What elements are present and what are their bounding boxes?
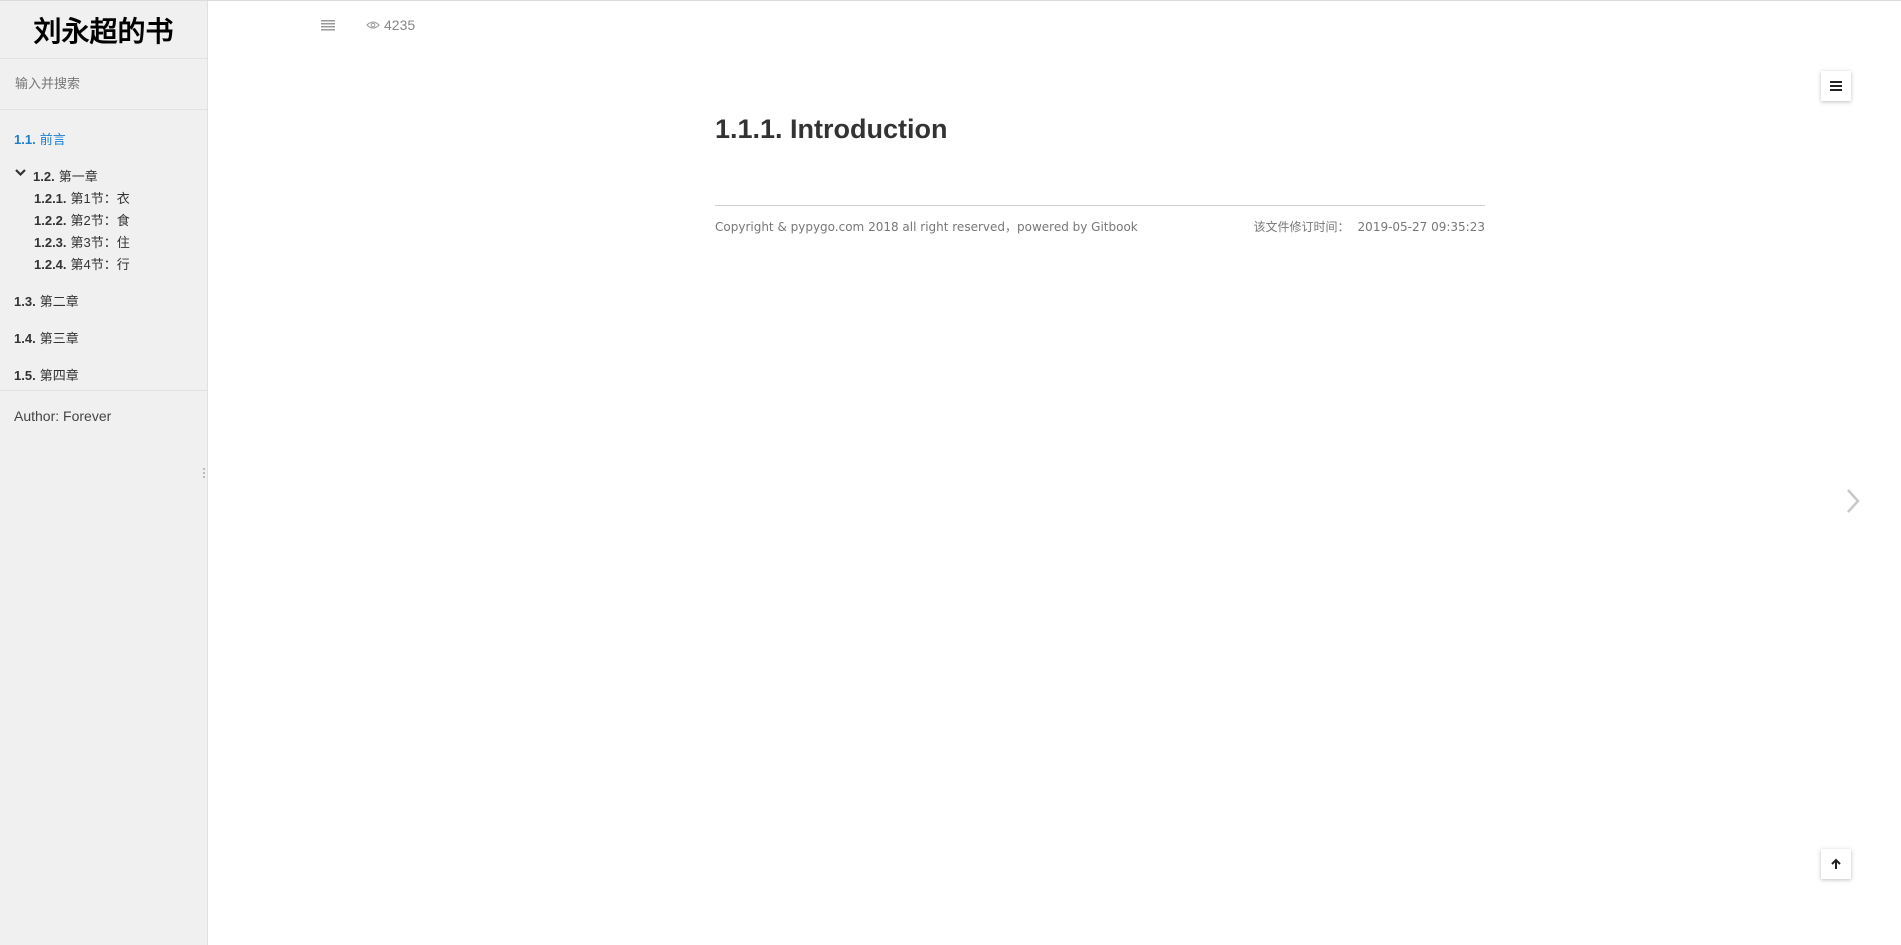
gitbook-link[interactable]: Gitbook: [1091, 220, 1138, 234]
sidebar-item-preface[interactable]: 1.1. 前言: [14, 129, 66, 148]
copyright-prefix: Copyright & pypygo.com 2018 all right re…: [715, 220, 1092, 234]
sidebar-item-label: 第1节：衣: [70, 191, 130, 206]
sidebar-item-section-4[interactable]: 1.2.4. 第4节：行: [34, 254, 130, 273]
sidebar-item-number: 1.2.: [33, 169, 55, 184]
modified-time: 2019-05-27 09:35:23: [1357, 220, 1485, 234]
sidebar-item-label: 第四章: [39, 368, 79, 383]
sidebar-divider: [0, 390, 207, 391]
sidebar-item-label: 第3节：住: [70, 235, 130, 250]
sidebar-item-chapter-4[interactable]: 1.5. 第四章: [14, 365, 79, 384]
sidebar-resize-handle[interactable]: [203, 467, 206, 481]
sidebar-item-label: 第三章: [39, 331, 79, 346]
sidebar: 刘永超的书 1.1.前言 1.2.第一章 1.2.1.第1节：衣 1.2.2.第…: [0, 1, 208, 945]
page-title: 1.1.1. Introduction: [715, 114, 948, 144]
toc-icon: [1830, 81, 1842, 91]
sidebar-item-number: 1.3.: [14, 294, 36, 309]
search-input[interactable]: [13, 75, 197, 93]
arrow-up-icon: [1831, 858, 1841, 869]
modified-label: 该文件修订时间：: [1253, 220, 1350, 234]
eye-icon: [366, 21, 380, 29]
sidebar-item-section-3[interactable]: 1.2.3. 第3节：住: [34, 232, 130, 251]
sidebar-item-chapter-1[interactable]: 1.2. 第一章: [33, 166, 98, 185]
toc-button[interactable]: [1821, 71, 1851, 101]
sidebar-item-number: 1.5.: [14, 368, 36, 383]
back-to-top-button[interactable]: [1821, 849, 1851, 879]
search-box: [0, 59, 207, 110]
sidebar-item-label: 第二章: [39, 294, 79, 309]
sidebar-item-number: 1.1.: [14, 132, 36, 147]
modified-info: 该文件修订时间： 2019-05-27 09:35:23: [1254, 218, 1485, 235]
top-border: [0, 0, 1901, 1]
menu-icon[interactable]: [320, 18, 336, 32]
sidebar-item-number: 1.2.1.: [34, 191, 67, 206]
sidebar-item-label: 第2节：食: [70, 213, 130, 228]
sidebar-item-chapter-2[interactable]: 1.3. 第二章: [14, 291, 79, 310]
sidebar-item-section-2[interactable]: 1.2.2. 第2节：食: [34, 210, 130, 229]
sidebar-item-chapter-3[interactable]: 1.4. 第三章: [14, 328, 79, 347]
sidebar-item-section-1[interactable]: 1.2.1. 第1节：衣: [34, 188, 130, 207]
sidebar-item-label: 前言: [39, 132, 66, 147]
sidebar-item-number: 1.4.: [14, 331, 36, 346]
view-count: 4235: [366, 17, 415, 33]
view-count-value: 4235: [384, 17, 416, 33]
sidebar-item-label: 第一章: [58, 169, 98, 184]
book-title: 刘永超的书: [0, 1, 207, 59]
chevron-right-icon[interactable]: [1846, 488, 1860, 514]
copyright-text: Copyright & pypygo.com 2018 all right re…: [715, 218, 1138, 235]
sidebar-item-number: 1.2.3.: [34, 235, 67, 250]
footer-divider: [715, 205, 1485, 206]
sidebar-item-label: 第4节：行: [70, 257, 130, 272]
chevron-down-icon[interactable]: [14, 166, 27, 179]
sidebar-item-number: 1.2.2.: [34, 213, 67, 228]
author-text: Author: Forever: [14, 408, 112, 424]
sidebar-item-number: 1.2.4.: [34, 257, 67, 272]
